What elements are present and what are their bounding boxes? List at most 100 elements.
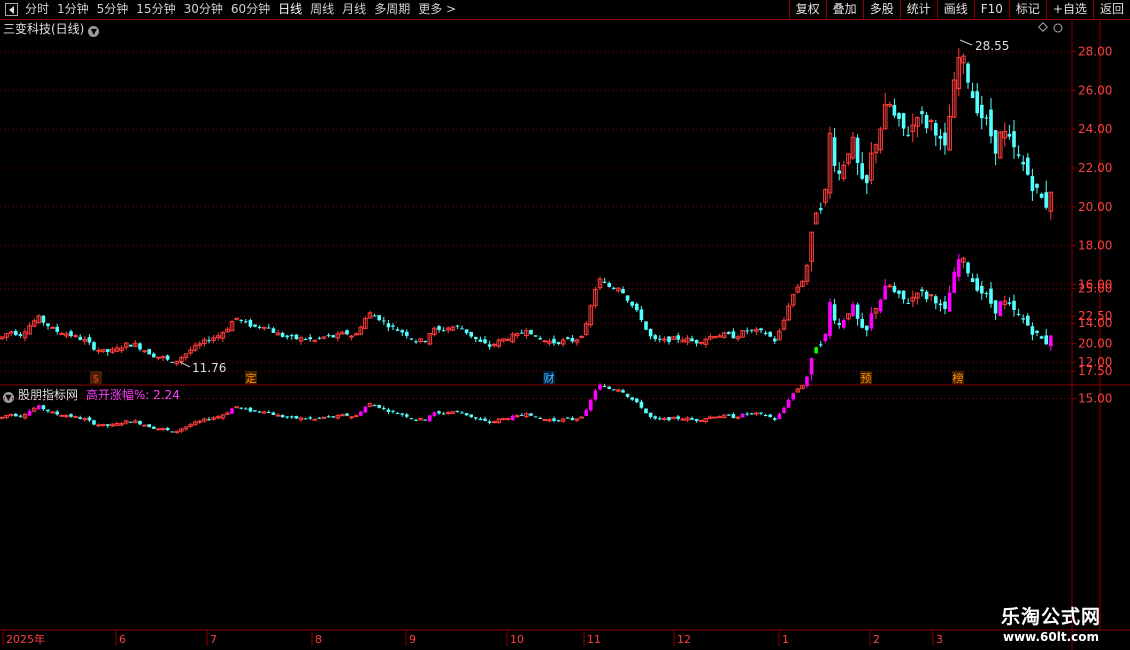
candle-body: [731, 331, 736, 339]
low-price-label: 11.76: [192, 361, 226, 375]
candle-body: [745, 330, 749, 332]
candle-body: [819, 208, 823, 211]
candle-body: [239, 319, 243, 321]
candle-body: [621, 289, 625, 294]
candle-body: [602, 281, 607, 283]
indicator-candle-body: [828, 302, 832, 336]
indicator-candle-body: [152, 426, 156, 429]
indicator-candle-body: [294, 415, 299, 419]
candle-body: [855, 137, 860, 163]
indicator-candle-body: [556, 420, 561, 422]
indicator-candle-body: [409, 418, 414, 420]
indicator-candle-body: [520, 414, 524, 416]
indicator-candle-body: [92, 420, 96, 425]
indicator-candle-body: [129, 421, 133, 423]
indicator-candle-body: [363, 406, 368, 413]
candle-body: [261, 326, 267, 329]
indicator-tick-label: 15.00: [1078, 392, 1112, 406]
indicator-candle-body: [82, 418, 88, 421]
price-tick-label: 24.00: [1078, 122, 1112, 136]
candle-body: [837, 170, 841, 174]
date-label: 3: [936, 633, 943, 646]
candle-body: [1016, 154, 1021, 156]
price-tick-label: 18.00: [1078, 239, 1112, 253]
candle-body: [50, 326, 55, 329]
candle-body: [552, 338, 556, 344]
indicator-candle-body: [865, 325, 869, 331]
indicator-candle-body: [239, 407, 243, 409]
candle-body: [55, 326, 59, 332]
date-label: 1: [782, 633, 789, 646]
indicator-candle-body: [842, 320, 846, 328]
candle-body: [980, 104, 984, 119]
candle-body: [630, 301, 634, 306]
watermark-url: www.60lt.com: [1002, 630, 1100, 644]
indicator-candle-body: [207, 419, 211, 421]
indicator-candle-body: [635, 398, 639, 403]
indicator-candle-body: [538, 417, 542, 419]
candle-body: [1030, 176, 1035, 192]
indicator-candle-body: [474, 417, 478, 419]
indicator-candle-body: [717, 416, 722, 419]
candle-body: [423, 341, 427, 343]
candle-body: [382, 320, 386, 322]
candle-body: [170, 361, 174, 363]
candle-body: [533, 335, 538, 337]
candle-body: [529, 329, 533, 335]
candle-body: [1039, 193, 1044, 198]
indicator-candle-body: [106, 424, 110, 426]
indicator-candle-body: [745, 413, 749, 415]
candle-body: [860, 163, 864, 179]
indicator-candle-body: [566, 417, 570, 419]
indicator-candle-body: [698, 419, 704, 422]
indicator-candle-body: [570, 417, 575, 420]
indicator-candle-body: [869, 313, 874, 329]
candle-body: [46, 323, 50, 327]
kline-chart[interactable]: 28.0026.0024.0022.0020.0018.0016.0014.00…: [0, 0, 1130, 650]
candle-body: [207, 340, 211, 342]
indicator-candle-body: [593, 390, 598, 400]
indicator-candle-body: [938, 303, 943, 306]
indicator-candle-body: [989, 288, 993, 304]
candle-body: [317, 337, 322, 339]
candle-body: [970, 91, 975, 98]
candle-body: [906, 134, 910, 136]
diamond-icon[interactable]: [1038, 22, 1048, 32]
candle-body: [768, 332, 772, 337]
diamond-icon: [1038, 22, 1063, 33]
candle-body: [727, 332, 731, 334]
indicator-candle-body: [924, 291, 929, 300]
indicator-candle-body: [257, 411, 262, 413]
candle-body: [244, 321, 248, 323]
date-label: 6: [119, 633, 126, 646]
candle-body: [87, 337, 92, 343]
indicator-candle-body: [290, 416, 294, 418]
indicator-tick-label: 25.00: [1078, 282, 1112, 296]
settings-circle-icon[interactable]: [1053, 23, 1063, 33]
indicator-candle-body: [814, 347, 818, 354]
indicator-axis: 25.00 22.50 20.00 17.50 15.00: [1072, 282, 1112, 406]
indicator-candle-body: [414, 419, 418, 421]
candle-body: [538, 338, 542, 340]
candle-body: [409, 338, 414, 340]
indicator-candle-body: [78, 417, 82, 420]
indicator-candle-body: [46, 409, 50, 412]
indicator-candle-body: [317, 417, 322, 419]
indicator-candle-body: [676, 416, 680, 419]
indicator-candle-body: [529, 413, 533, 416]
event-marker-label: 预: [861, 372, 872, 385]
indicator-tick-label: 17.50: [1078, 364, 1112, 378]
indicator-candle-body: [980, 285, 984, 294]
indicator-candle-body: [69, 414, 73, 417]
candle-body: [612, 287, 616, 289]
indicator-candle-body: [690, 418, 694, 420]
candle-body: [138, 343, 142, 350]
candle-body: [607, 282, 611, 287]
candle-body: [975, 91, 979, 114]
candle-body: [1012, 131, 1016, 148]
indicator-candle-body: [455, 410, 460, 412]
indicator-candle-body: [653, 416, 657, 419]
candle-body: [474, 336, 478, 340]
indicator-candle-body: [998, 301, 1002, 317]
candle-body: [294, 334, 299, 340]
